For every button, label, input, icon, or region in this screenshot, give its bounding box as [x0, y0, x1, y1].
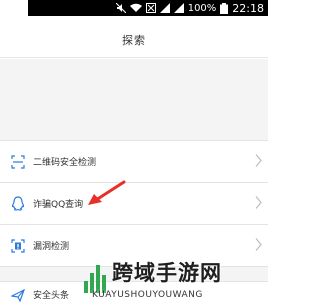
- paper-plane-icon: [10, 287, 26, 303]
- battery-icon: [220, 2, 229, 14]
- wifi-icon: [129, 3, 142, 13]
- chevron-right-icon: [255, 152, 262, 171]
- chevron-right-icon: [255, 236, 262, 255]
- watermark: 跨域手游网 KUAYUSHOUYOUWANG: [82, 257, 268, 307]
- screen: 100% 22:18 探索 二维码安全检测 诈骗QQ查询 漏洞检测 安全头条 跨…: [0, 0, 268, 307]
- clock: 22:18: [232, 1, 264, 15]
- red-arrow-icon: [88, 180, 126, 205]
- menu-item-label: 诈骗QQ查询: [33, 200, 84, 210]
- status-bar: 100% 22:18: [28, 0, 268, 16]
- menu-item-label: 二维码安全检测: [33, 158, 97, 168]
- signal-icon-2: [173, 3, 184, 13]
- menu-item-label: 安全头条: [33, 291, 70, 301]
- signal-x-icon: [145, 3, 156, 13]
- signal-icon: [159, 3, 170, 13]
- watermark-en-text: KUAYUSHOUYOUWANG: [92, 290, 203, 300]
- mute-icon: [115, 3, 126, 13]
- menu-item-label: 漏洞检测: [33, 242, 70, 252]
- shield-scan-icon: [10, 238, 26, 254]
- section-spacer: [0, 59, 268, 140]
- qr-scan-icon: [10, 154, 26, 170]
- menu-item-fraud-qq[interactable]: 诈骗QQ查询: [0, 183, 268, 225]
- chevron-right-icon: [255, 194, 262, 213]
- menu-list: 二维码安全检测 诈骗QQ查询 漏洞检测: [0, 140, 268, 267]
- watermark-cn-text: 跨域手游网: [112, 261, 222, 285]
- battery-percent: 100%: [187, 2, 217, 14]
- menu-item-qr-security[interactable]: 二维码安全检测: [0, 141, 268, 183]
- app-header: 探索: [0, 22, 268, 58]
- qq-penguin-icon: [10, 196, 26, 212]
- page-title: 探索: [122, 33, 146, 47]
